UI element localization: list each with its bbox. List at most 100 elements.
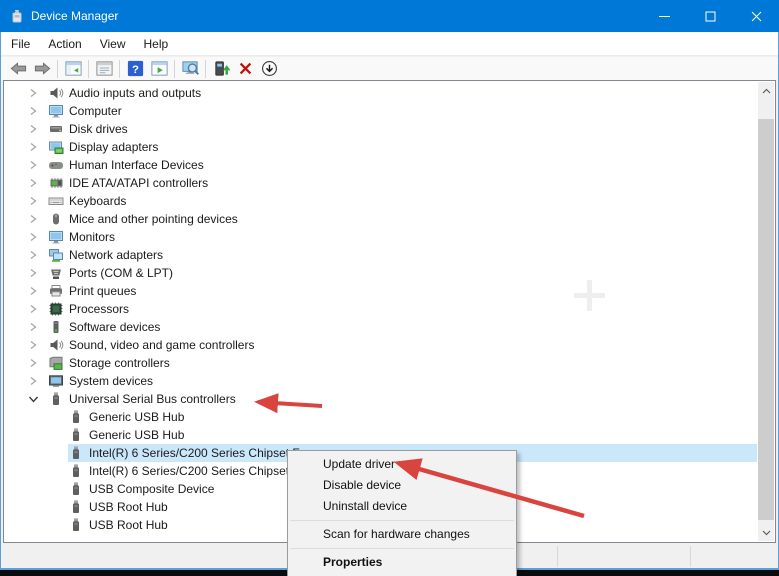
chevron-right-icon[interactable]	[28, 156, 48, 174]
tree-item-sound-video-and-game-controllers[interactable]: Sound, video and game controllers	[5, 336, 757, 354]
chevron-right-icon[interactable]	[28, 84, 48, 102]
speaker-icon	[48, 337, 64, 353]
tree-item-mice-and-other-pointing-devices[interactable]: Mice and other pointing devices	[5, 210, 757, 228]
help-button[interactable]: ?	[123, 58, 147, 80]
tree-row-body: Human Interface Devices	[48, 156, 757, 174]
tree-item-disk-drives[interactable]: Disk drives	[5, 120, 757, 138]
scrollbar-up-button[interactable]	[758, 82, 774, 99]
chevron-right-icon[interactable]	[28, 246, 48, 264]
chevron-right-icon[interactable]	[28, 138, 48, 156]
scrollbar-thumb[interactable]	[758, 119, 774, 520]
usb-icon	[68, 427, 84, 443]
tree-item-monitors[interactable]: Monitors	[5, 228, 757, 246]
scan-hardware-button[interactable]	[178, 58, 202, 80]
maximize-button[interactable]	[687, 0, 733, 32]
tree-item-system-devices[interactable]: System devices	[5, 372, 757, 390]
tree-item-computer[interactable]: Computer	[5, 102, 757, 120]
tree-item-label: IDE ATA/ATAPI controllers	[69, 176, 209, 190]
action-pane-button[interactable]	[147, 58, 171, 80]
tree-item-label: Intel(R) 6 Series/C200 Series Chipset Fa	[89, 464, 307, 478]
tree-item-label: Software devices	[69, 320, 161, 334]
tree-row-body: IDE ATA/ATAPI controllers	[48, 174, 757, 192]
context-menu-item-update-driver[interactable]: Update driver	[288, 454, 516, 475]
menu-file[interactable]: File	[2, 33, 39, 55]
tree-item-network-adapters[interactable]: Network adapters	[5, 246, 757, 264]
chevron-right-icon[interactable]	[28, 300, 48, 318]
chevron-right-icon[interactable]	[28, 264, 48, 282]
tree-item-storage-controllers[interactable]: Storage controllers	[5, 354, 757, 372]
menu-view[interactable]: View	[91, 33, 135, 55]
menu-help[interactable]: Help	[135, 33, 178, 55]
menu-action[interactable]: Action	[39, 33, 90, 55]
show-console-tree-button[interactable]	[61, 58, 85, 80]
action-pane-icon	[150, 59, 169, 78]
minimize-button[interactable]	[641, 0, 687, 32]
vertical-scrollbar[interactable]	[758, 82, 774, 541]
ports-icon	[48, 265, 64, 281]
chevron-right-icon[interactable]	[28, 336, 48, 354]
disable-device-button[interactable]	[257, 58, 281, 80]
tree-item-software-devices[interactable]: Software devices	[5, 318, 757, 336]
chevron-down-icon[interactable]	[28, 390, 48, 408]
window-title: Device Manager	[31, 9, 119, 23]
chevron-right-icon[interactable]	[28, 192, 48, 210]
tree-item-print-queues[interactable]: Print queues	[5, 282, 757, 300]
update-driver-button[interactable]	[209, 58, 233, 80]
tree-item-label: USB Root Hub	[89, 500, 168, 514]
tree-item-label: Storage controllers	[69, 356, 170, 370]
chevron-up-icon	[762, 88, 770, 93]
chevron-down-icon	[762, 530, 770, 535]
device-manager-window: Device Manager File Action View Help ? Audi…	[0, 0, 779, 576]
tree-item-generic-usb-hub[interactable]: Generic USB Hub	[5, 426, 757, 444]
context-menu-item-properties[interactable]: Properties	[288, 552, 516, 573]
tree-item-ide-ata-atapi-controllers[interactable]: IDE ATA/ATAPI controllers	[5, 174, 757, 192]
usb-icon	[68, 463, 84, 479]
tree-item-audio-inputs-and-outputs[interactable]: Audio inputs and outputs	[5, 84, 757, 102]
toolbar: ?	[1, 57, 778, 80]
close-button[interactable]	[733, 0, 779, 32]
tree-item-ports-com-lpt[interactable]: Ports (COM & LPT)	[5, 264, 757, 282]
chevron-right-icon[interactable]	[28, 354, 48, 372]
monitor-icon	[48, 229, 64, 245]
tree-item-keyboards[interactable]: Keyboards	[5, 192, 757, 210]
context-menu-item-uninstall-device[interactable]: Uninstall device	[288, 496, 516, 517]
chevron-right-icon[interactable]	[28, 372, 48, 390]
chevron-right-icon[interactable]	[28, 210, 48, 228]
tree-item-human-interface-devices[interactable]: Human Interface Devices	[5, 156, 757, 174]
context-menu-item-disable-device[interactable]: Disable device	[288, 475, 516, 496]
tree-item-label: USB Composite Device	[89, 482, 215, 496]
chevron-right-icon[interactable]	[28, 120, 48, 138]
chevron-right-icon[interactable]	[28, 102, 48, 120]
forward-button[interactable]	[30, 58, 54, 80]
tree-item-generic-usb-hub[interactable]: Generic USB Hub	[5, 408, 757, 426]
chevron-right-icon[interactable]	[28, 282, 48, 300]
context-menu: Update driver Disable device Uninstall dev…	[287, 450, 517, 576]
uninstall-device-button[interactable]	[233, 58, 257, 80]
tree-item-label: USB Root Hub	[89, 518, 168, 532]
chevron-right-icon[interactable]	[28, 318, 48, 336]
tree-item-universal-serial-bus-controllers[interactable]: Universal Serial Bus controllers	[5, 390, 757, 408]
uninstall-device-icon	[236, 59, 255, 78]
chevron-right-icon[interactable]	[28, 174, 48, 192]
tree-item-label: Ports (COM & LPT)	[69, 266, 174, 280]
display-adapter-icon	[48, 139, 64, 155]
tree-item-label: Network adapters	[69, 248, 164, 262]
scrollbar-down-button[interactable]	[758, 524, 774, 541]
help-icon: ?	[126, 59, 145, 78]
tree-item-label: Display adapters	[69, 140, 159, 154]
title-bar: Device Manager	[0, 0, 779, 32]
back-button[interactable]	[6, 58, 30, 80]
tree-item-display-adapters[interactable]: Display adapters	[5, 138, 757, 156]
tree-item-label: Human Interface Devices	[69, 158, 204, 172]
properties-button[interactable]	[92, 58, 116, 80]
chevron-right-icon[interactable]	[28, 228, 48, 246]
window-border-left	[0, 32, 1, 570]
tree-row-body: Print queues	[48, 282, 757, 300]
context-menu-item-scan-for-hardware-changes[interactable]: Scan for hardware changes	[288, 524, 516, 545]
tree-item-processors[interactable]: Processors	[5, 300, 757, 318]
